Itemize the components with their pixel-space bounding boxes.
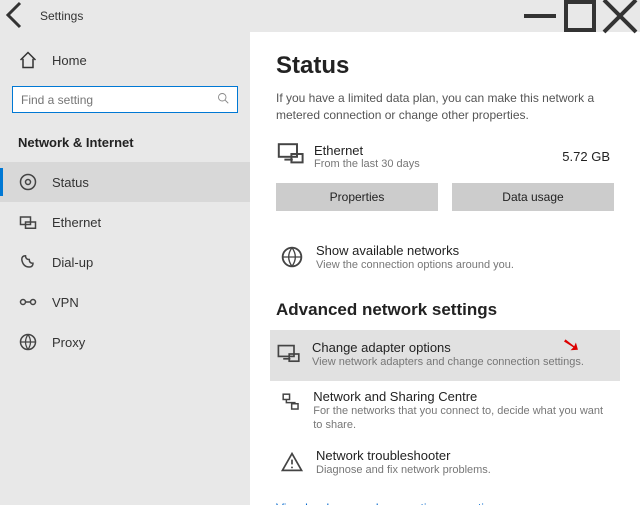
minimize-button[interactable]: [520, 0, 560, 32]
main-content: Status If you have a limited data plan, …: [250, 32, 640, 505]
arrow-left-icon: [0, 0, 32, 31]
nav-status[interactable]: Status: [0, 162, 250, 202]
connection-sub: From the last 30 days: [314, 158, 562, 170]
section-title: Network & Internet: [0, 129, 250, 162]
connection-size: 5.72 GB: [562, 149, 610, 164]
sidebar: Home Network & Internet Status Ethernet …: [0, 32, 250, 505]
change-adapter-option[interactable]: Change adapter options View network adap…: [270, 330, 620, 381]
proxy-icon: [18, 332, 38, 352]
properties-button[interactable]: Properties: [276, 183, 438, 211]
advanced-heading: Advanced network settings: [276, 300, 614, 320]
search-icon: [217, 92, 229, 107]
network-sharing-option[interactable]: Network and Sharing Centre For the netwo…: [276, 381, 614, 441]
monitor-icon: [276, 342, 300, 371]
hardware-properties-link[interactable]: View hardware and connection properties: [276, 501, 497, 505]
vpn-icon: [18, 292, 38, 312]
home-label: Home: [52, 53, 87, 68]
nav-proxy[interactable]: Proxy: [0, 322, 250, 362]
window-title: Settings: [40, 9, 83, 23]
connection-row: Ethernet From the last 30 days 5.72 GB: [276, 140, 614, 173]
option-title: Change adapter options: [312, 340, 584, 355]
status-icon: [18, 172, 38, 192]
dialup-icon: [18, 252, 38, 272]
window-buttons: [520, 0, 640, 32]
titlebar: Settings: [0, 0, 640, 32]
nav-label: Proxy: [52, 335, 85, 350]
search-box[interactable]: [12, 86, 238, 113]
maximize-button[interactable]: [560, 0, 600, 32]
data-usage-button[interactable]: Data usage: [452, 183, 614, 211]
monitor-icon: [276, 140, 304, 173]
warning-icon: [280, 450, 304, 479]
option-sub: Diagnose and fix network problems.: [316, 463, 491, 477]
globe-icon: [280, 245, 304, 274]
search-input[interactable]: [21, 93, 217, 107]
home-icon: [18, 50, 38, 70]
home-button[interactable]: Home: [0, 44, 250, 76]
page-heading: Status: [276, 52, 614, 80]
close-button[interactable]: [600, 0, 640, 32]
connection-name: Ethernet: [314, 143, 562, 158]
option-sub: For the networks that you connect to, de…: [313, 404, 610, 433]
ethernet-icon: [18, 212, 38, 232]
nav-vpn[interactable]: VPN: [0, 282, 250, 322]
nav-ethernet[interactable]: Ethernet: [0, 202, 250, 242]
button-row: Properties Data usage: [276, 183, 614, 211]
page-description: If you have a limited data plan, you can…: [276, 90, 614, 124]
option-title: Network and Sharing Centre: [313, 389, 610, 404]
nav-label: Status: [52, 175, 89, 190]
troubleshooter-option[interactable]: Network troubleshooter Diagnose and fix …: [276, 440, 614, 487]
option-title: Show available networks: [316, 243, 514, 258]
option-sub: View network adapters and change connect…: [312, 355, 584, 369]
network-icon: [280, 391, 301, 417]
nav-dialup[interactable]: Dial-up: [0, 242, 250, 282]
option-title: Network troubleshooter: [316, 448, 491, 463]
nav-label: Ethernet: [52, 215, 101, 230]
back-button[interactable]: [0, 0, 32, 34]
nav-label: Dial-up: [52, 255, 93, 270]
show-networks-option[interactable]: Show available networks View the connect…: [276, 235, 614, 282]
nav-label: VPN: [52, 295, 79, 310]
option-sub: View the connection options around you.: [316, 258, 514, 272]
